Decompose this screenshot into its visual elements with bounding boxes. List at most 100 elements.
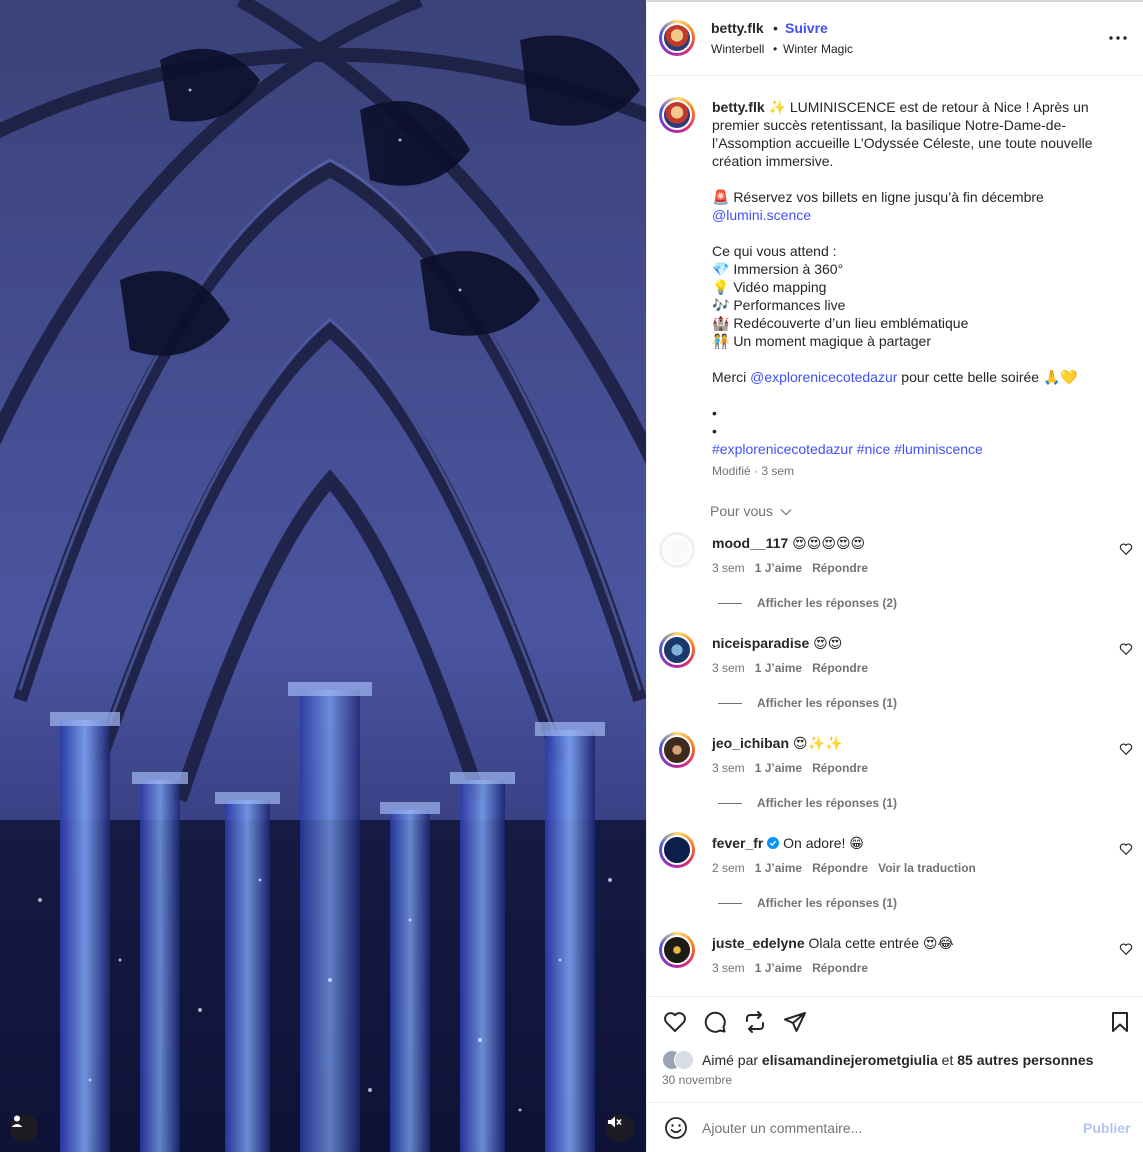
comment-body: niceisparadise 😍😍 xyxy=(712,634,842,652)
commenter-avatar[interactable] xyxy=(659,932,695,968)
share-button[interactable] xyxy=(782,1009,808,1035)
comment-reply-button[interactable]: Répondre xyxy=(812,961,868,975)
comment-likes[interactable]: 1 J’aime xyxy=(755,561,802,575)
smiley-icon xyxy=(665,1117,687,1139)
view-replies-button[interactable]: Afficher les réponses (1) xyxy=(757,796,897,810)
commenter-username[interactable]: jeo_ichiban xyxy=(712,735,789,751)
commenter-username[interactable]: fever_fr xyxy=(712,835,763,851)
comment-translate-button[interactable]: Voir la traduction xyxy=(878,861,976,875)
save-button[interactable] xyxy=(1107,1009,1133,1035)
chevron-down-icon xyxy=(780,509,792,516)
caption-bullet: 🏰 Redécouverte d’un lieu emblématique xyxy=(712,315,969,331)
comment-body: jeo_ichiban 😍✨✨ xyxy=(712,734,842,752)
comment-bubble-icon xyxy=(704,1011,726,1033)
audio-link[interactable]: Winter Magic xyxy=(783,40,853,58)
caption-expect-title: Ce qui vous attend : xyxy=(712,243,837,259)
comment-time: 3 sem xyxy=(712,661,745,675)
caption-bullet: 💡 Vidéo mapping xyxy=(712,279,827,295)
comment-meta: 2 sem 1 J’aime Répondre Voir la traduction xyxy=(712,861,976,875)
location-link[interactable]: Winterbell xyxy=(711,40,764,58)
like-button[interactable] xyxy=(662,1009,688,1035)
replies-divider xyxy=(718,803,742,804)
comment-body: juste_edelyne Olala cette entrée 😍😂 xyxy=(712,934,954,952)
caption-bullet: 🧑‍🤝‍🧑 Un moment magique à partager xyxy=(712,333,931,349)
bookmark-icon xyxy=(1112,1012,1128,1032)
publish-button[interactable]: Publier xyxy=(1083,1119,1130,1137)
comment-like-button[interactable] xyxy=(1119,942,1133,956)
view-replies-button[interactable]: Afficher les réponses (1) xyxy=(757,896,897,910)
caption-dot: • xyxy=(712,423,717,439)
view-replies-button[interactable]: Afficher les réponses (2) xyxy=(757,596,897,610)
comment-like-button[interactable] xyxy=(1119,742,1133,756)
comment-input[interactable] xyxy=(702,1117,1062,1139)
location-separator: • xyxy=(773,42,778,56)
commenter-avatar[interactable] xyxy=(659,632,695,668)
heart-icon xyxy=(1119,543,1133,556)
user-icon xyxy=(11,1115,23,1127)
comment-meta: 3 sem 1 J’aime Répondre xyxy=(712,661,868,675)
comment-time: 3 sem xyxy=(712,761,745,775)
more-options-button[interactable] xyxy=(1104,28,1132,48)
heart-icon xyxy=(1119,643,1133,656)
view-replies-button[interactable]: Afficher les réponses (1) xyxy=(757,696,897,710)
comment-likes[interactable]: 1 J’aime xyxy=(755,861,802,875)
liked-by-user[interactable]: elisamandinejerometgiulia xyxy=(762,1052,938,1068)
heart-icon xyxy=(1119,843,1133,856)
repost-icon xyxy=(746,1011,764,1033)
tagged-users-button[interactable] xyxy=(10,1114,38,1142)
comment-likes[interactable]: 1 J’aime xyxy=(755,961,802,975)
repost-button[interactable] xyxy=(742,1009,768,1035)
comment-like-button[interactable] xyxy=(1119,642,1133,656)
heart-icon xyxy=(664,1012,686,1032)
caption-bullet: 💎 Immersion à 360° xyxy=(712,261,844,277)
commenter-username[interactable]: juste_edelyne xyxy=(712,935,805,951)
comment-like-button[interactable] xyxy=(1119,842,1133,856)
comment-reply-button[interactable]: Répondre xyxy=(812,561,868,575)
liked-by-others[interactable]: 85 autres personnes xyxy=(957,1052,1093,1068)
replies-divider xyxy=(718,903,742,904)
verified-badge-icon xyxy=(767,837,780,849)
mute-toggle-button[interactable] xyxy=(606,1114,634,1142)
author-avatar[interactable] xyxy=(659,20,695,56)
comment-likes[interactable]: 1 J’aime xyxy=(755,761,802,775)
commenter-username[interactable]: mood__117 xyxy=(712,535,788,551)
liked-by-middle: et xyxy=(937,1052,958,1068)
comment-meta: 3 sem 1 J’aime Répondre xyxy=(712,961,868,975)
comment-sort-dropdown[interactable]: Pour vous xyxy=(710,502,792,520)
caption-dot: • xyxy=(712,405,717,421)
post-header xyxy=(647,0,1143,76)
comment-like-button[interactable] xyxy=(1119,542,1133,556)
follow-button[interactable]: Suivre xyxy=(785,19,828,37)
author-username[interactable]: betty.flk xyxy=(711,19,764,37)
comment-sort-label: Pour vous xyxy=(710,503,774,519)
liked-by-avatars[interactable] xyxy=(662,1050,698,1070)
comment-meta: 3 sem 1 J’aime Répondre xyxy=(712,561,868,575)
comment-likes[interactable]: 1 J’aime xyxy=(755,661,802,675)
post-media-video[interactable] xyxy=(0,0,646,1152)
commenter-username[interactable]: niceisparadise xyxy=(712,635,809,651)
comment-text: 😍😍😍😍😍 xyxy=(792,535,866,551)
commenter-avatar[interactable] xyxy=(659,832,695,868)
mention-explorenice[interactable]: @explorenicecotedazur xyxy=(750,369,897,385)
comment-text: 😍✨✨ xyxy=(792,735,843,751)
caption-username[interactable]: betty.flk xyxy=(712,99,765,115)
caption-bullet: 🎶 Performances live xyxy=(712,297,846,313)
caption-intro: ✨ LUMINISCENCE est de retour à Nice ! Ap… xyxy=(712,99,1093,169)
comment-reply-button[interactable]: Répondre xyxy=(812,761,868,775)
comment-text: On adore! 😁 xyxy=(783,835,864,851)
mention-lumini[interactable]: @lumini.scence xyxy=(712,207,811,223)
comment-meta: 3 sem 1 J’aime Répondre xyxy=(712,761,868,775)
comment-reply-button[interactable]: Répondre xyxy=(812,861,868,875)
comment-time: 3 sem xyxy=(712,561,745,575)
comment-reply-button[interactable]: Répondre xyxy=(812,661,868,675)
commenter-avatar[interactable] xyxy=(659,732,695,768)
heart-icon xyxy=(1119,743,1133,756)
caption-hashtags[interactable]: #explorenicecotedazur #nice #luminiscenc… xyxy=(712,440,1112,458)
post-date[interactable]: 30 novembre xyxy=(662,1071,732,1089)
caption-avatar[interactable] xyxy=(659,97,695,133)
emoji-picker-button[interactable] xyxy=(663,1115,689,1141)
commenter-avatar[interactable] xyxy=(659,532,695,568)
comment-button[interactable] xyxy=(702,1009,728,1035)
comment-body: fever_fr On adore! 😁 xyxy=(712,834,864,852)
comment-time: 3 sem xyxy=(712,961,745,975)
